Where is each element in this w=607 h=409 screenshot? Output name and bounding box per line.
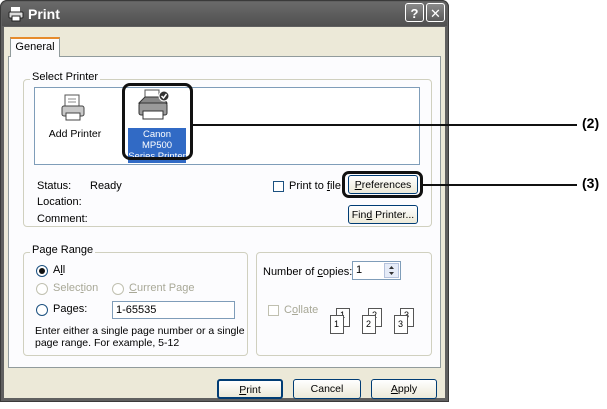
window-title: Print <box>28 6 60 22</box>
tab-general[interactable]: General <box>10 37 60 57</box>
spinner-arrows-icon <box>389 266 394 275</box>
selection-radio[interactable] <box>36 283 48 295</box>
collate-label: Collate <box>284 304 319 316</box>
current-page-radio[interactable] <box>112 283 124 295</box>
callout-label-3: (3) <box>582 175 600 191</box>
pages-input[interactable]: 1-65535 <box>112 301 235 319</box>
help-button[interactable]: ? <box>405 3 424 22</box>
selection-label: Selection <box>53 282 99 294</box>
page-range-hint-line1: Enter either a single page number or a s… <box>35 325 245 337</box>
title-bar[interactable]: Print <box>2 2 447 26</box>
copies-spinner[interactable] <box>384 263 399 278</box>
printer-list[interactable] <box>34 87 420 165</box>
collate-page-number: 3 <box>398 319 404 329</box>
location-label: Location: <box>37 196 82 208</box>
callout-line-3 <box>423 184 577 186</box>
pages-radio[interactable] <box>36 304 48 316</box>
number-of-copies-label: Number of copies: <box>263 266 353 278</box>
printer-title-icon <box>8 6 24 22</box>
find-printer-button[interactable]: Find Printer... <box>348 205 418 224</box>
comment-label: Comment: <box>37 213 88 225</box>
page-range-hint-line2: page range. For example, 5-12 <box>35 337 180 349</box>
preferences-button[interactable]: Preferences <box>348 175 418 194</box>
print-to-file-checkbox[interactable] <box>273 181 284 192</box>
print-button[interactable]: Print <box>217 379 283 399</box>
collate-illustration-icon: 1 1 2 2 3 3 <box>327 306 417 340</box>
all-label[interactable]: All <box>53 264 65 276</box>
add-printer-icon[interactable] <box>61 94 87 125</box>
tab-general-label: General <box>15 41 55 53</box>
current-page-label: Current Page <box>129 282 195 294</box>
print-to-file-label[interactable]: Print to file <box>289 180 341 192</box>
page-range-label: Page Range <box>30 244 96 256</box>
apply-button[interactable]: Apply <box>371 379 437 399</box>
pages-label[interactable]: Pages: <box>53 303 87 315</box>
collate-page-number: 1 <box>334 319 340 329</box>
status-label: Status: <box>37 180 72 192</box>
callout-label-2: (2) <box>582 115 600 131</box>
add-printer-label: Add Printer <box>48 128 102 140</box>
status-value: Ready <box>90 180 122 192</box>
callout-highlight-printer <box>122 83 193 160</box>
callout-line-2 <box>193 124 577 126</box>
close-button[interactable]: ✕ <box>426 3 445 22</box>
select-printer-label: Select Printer <box>30 71 101 83</box>
collate-checkbox[interactable] <box>268 305 279 316</box>
collate-page-number: 2 <box>366 319 372 329</box>
cancel-button[interactable]: Cancel <box>293 379 361 399</box>
all-radio[interactable] <box>36 265 48 277</box>
